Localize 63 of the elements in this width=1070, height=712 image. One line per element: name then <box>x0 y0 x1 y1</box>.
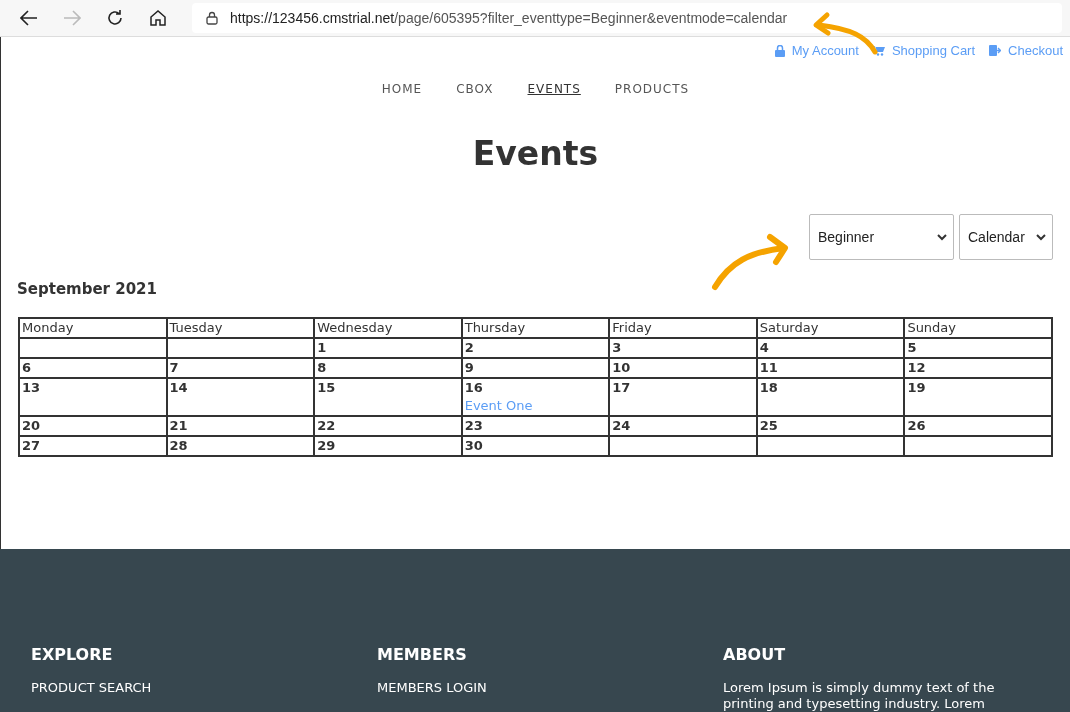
month-heading: September 2021 <box>17 280 158 298</box>
day-number: 11 <box>759 359 779 377</box>
day-number: 18 <box>759 379 779 397</box>
about-text: Lorem Ipsum is simply dummy text of the printing and typesetting industry. Lorem <box>723 680 996 712</box>
footer-heading: ABOUT <box>723 645 787 664</box>
day-number: 13 <box>22 379 42 397</box>
day-number: 19 <box>907 379 927 397</box>
back-icon[interactable] <box>20 10 38 26</box>
day-number: 17 <box>612 379 632 397</box>
footer-heading: MEMBERS <box>377 645 468 664</box>
annotation-arrow <box>811 11 881 56</box>
day-number: 27 <box>22 437 42 455</box>
cart-icon <box>872 45 885 56</box>
weekday-header: Thursday <box>461 318 610 338</box>
day-number: 25 <box>759 417 779 435</box>
day-number: 26 <box>907 417 927 435</box>
day-number: 30 <box>464 437 484 455</box>
lock-icon <box>774 44 785 57</box>
day-number: 22 <box>317 417 337 435</box>
weekday-header: Monday <box>19 318 167 338</box>
day-number: 4 <box>759 339 770 357</box>
day-number: 6 <box>22 359 33 377</box>
home-icon[interactable] <box>149 9 167 27</box>
day-number: 2 <box>464 339 475 357</box>
day-number: 12 <box>907 359 927 377</box>
weekday-header: Wednesday <box>314 318 462 338</box>
weekday-header: Sunday <box>904 318 1052 338</box>
reload-icon[interactable] <box>106 9 124 27</box>
day-number: 3 <box>612 339 623 357</box>
chevron-icon <box>1036 233 1046 241</box>
day-number: 10 <box>612 359 632 377</box>
footer-heading: EXPLORE <box>31 645 114 664</box>
day-number: 24 <box>612 417 632 435</box>
day-number: 16 <box>464 379 484 397</box>
weekday-header: Tuesday <box>166 318 315 338</box>
weekday-header: Friday <box>609 318 757 338</box>
address-bar[interactable]: https://123456.cmstrial.net/page/605395?filter_eventtype=Beginner&eventmode=calendar <box>192 3 1062 33</box>
day-number: 1 <box>317 339 328 357</box>
day-number: 7 <box>169 359 180 377</box>
nav-link[interactable]: PRODUCTS <box>614 82 690 96</box>
url-text: https://123456.cmstrial.net/page/605395?filter_eventtype=Beginner&eventmode=calendar <box>230 10 788 26</box>
day-number: 23 <box>464 417 484 435</box>
day-number: 20 <box>22 417 42 435</box>
footer-link[interactable]: MEMBERS LOGIN <box>377 680 723 695</box>
exit-icon <box>989 45 1002 56</box>
day-number: 15 <box>317 379 337 397</box>
chevron-icon <box>937 233 947 241</box>
day-number: 5 <box>907 339 918 357</box>
filter-dropdown[interactable]: Beginner <box>809 214 954 260</box>
nav-link[interactable]: CBOX <box>456 82 494 96</box>
day-number: 21 <box>169 417 189 435</box>
filter-dropdown[interactable]: Calendar <box>959 214 1053 260</box>
footer-link[interactable]: PRODUCT SEARCH <box>31 680 377 695</box>
day-number: 29 <box>317 437 337 455</box>
page-title: Events <box>471 134 600 174</box>
weekday-header: Saturday <box>756 318 905 338</box>
nav-link[interactable]: EVENTS <box>527 82 581 96</box>
day-number: 28 <box>169 437 189 455</box>
day-number: 9 <box>464 359 475 377</box>
nav-link[interactable]: HOME <box>381 82 423 96</box>
day-number: 8 <box>317 359 328 377</box>
day-number: 14 <box>169 379 189 397</box>
lock-icon <box>206 11 218 25</box>
